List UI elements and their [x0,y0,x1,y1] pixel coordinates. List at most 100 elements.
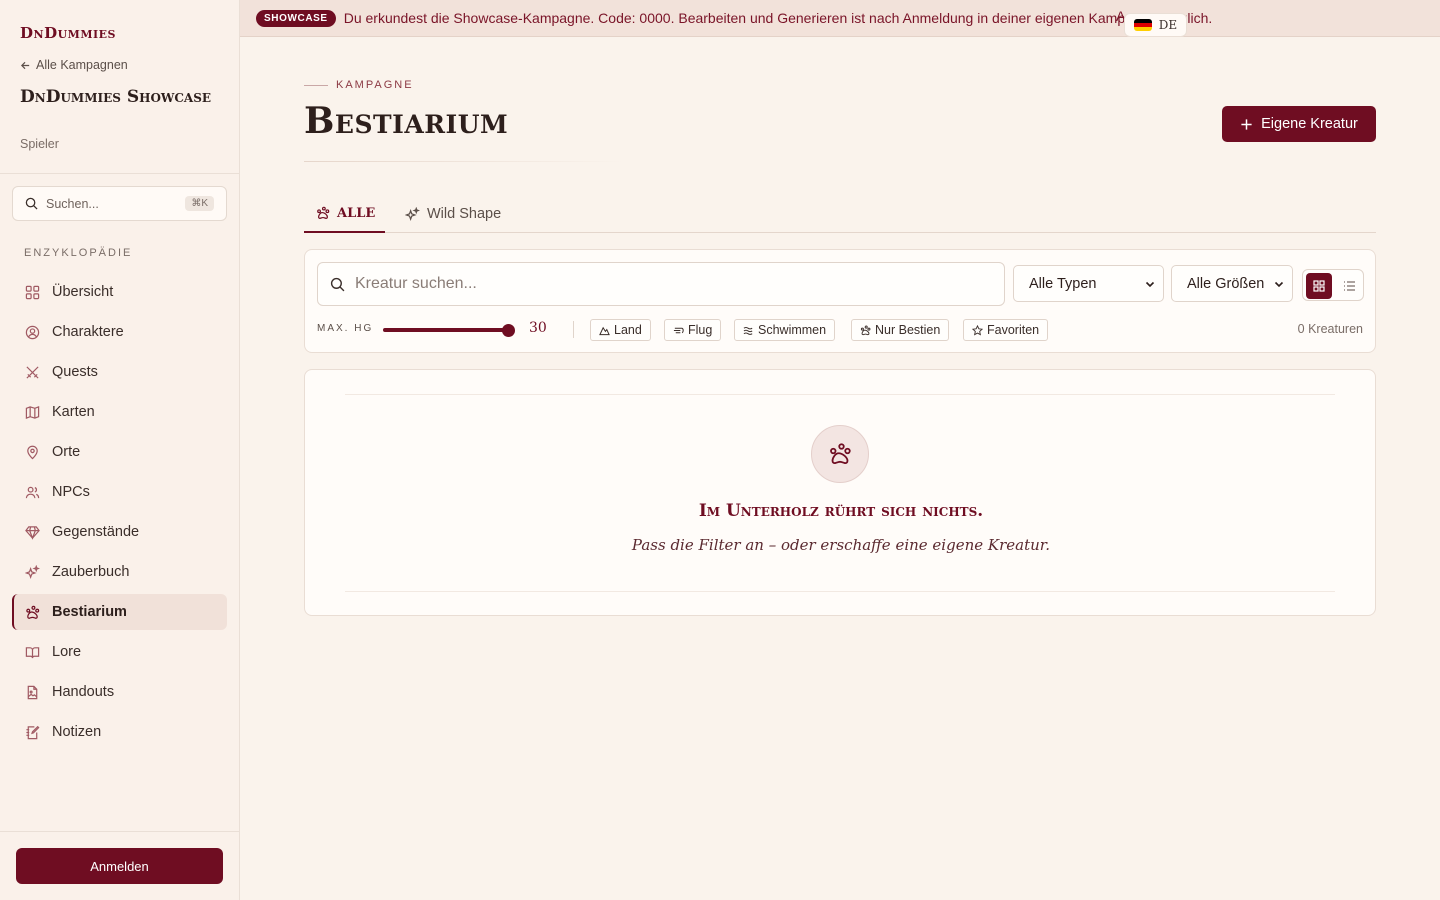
chip-flug[interactable]: Flug [664,319,722,341]
sidebar-item-quests[interactable]: Quests [12,354,227,390]
sidebar-item-label: Gegenstände [52,524,140,540]
sidebar-item-karten[interactable]: Karten [12,394,227,430]
chip-schwimmen[interactable]: Schwimmen [734,319,836,341]
empty-state-frame [345,394,1335,592]
chip-land[interactable]: Land [590,319,651,341]
empty-state-card: Im Unterholz rührt sich nichts. Pass die… [304,369,1376,616]
language-code: DE [1158,18,1178,32]
user-role: Spieler [20,137,59,151]
sidebar-item-label: Orte [52,444,81,460]
grid-icon [25,285,40,299]
empty-state-icon [811,425,869,483]
crossed-swords-icon [26,365,39,379]
paw-icon [860,325,871,335]
sidebar-item-label: Handouts [52,684,115,700]
notebook-pen-icon [26,725,40,739]
sidebar-nav: Übersicht Charaktere Quests Karten Orte … [12,274,227,754]
tab-all[interactable]: ALLE [304,195,385,233]
brand-logo[interactable]: DnDummies [20,24,116,42]
creature-search-input[interactable] [355,275,975,293]
search-shortcut-badge: ⌘K [185,196,214,211]
back-link-label: Alle Kampagnen [36,58,128,72]
sidebar-item-zauberbuch[interactable]: Zauberbuch [12,554,227,590]
chip-label: Flug [688,323,713,337]
sidebar-item-bestiarium[interactable]: Bestiarium [12,594,227,630]
tab-bar: ALLE Wild Shape [304,195,1376,233]
creature-search-box [317,262,1005,306]
search-icon [25,197,38,210]
sidebar: DnDummies Alle Kampagnen DnDummies Showc… [0,0,240,900]
sidebar-item-orte[interactable]: Orte [12,434,227,470]
empty-state-subtitle: Pass die Filter an – oder erschaffe eine… [631,536,1051,554]
chip-label: Nur Bestien [875,323,941,337]
empty-state-title: Im Unterholz rührt sich nichts. [698,501,984,521]
sidebar-item-gegenstaende[interactable]: Gegenstände [12,514,227,550]
sidebar-item-charaktere[interactable]: Charaktere [12,314,227,350]
filter-panel: Alle Typen Alle Größen MAX. HG 30 Land F… [304,249,1376,353]
users-icon [25,486,40,498]
sidebar-item-handouts[interactable]: Handouts [12,674,227,710]
list-view-button[interactable] [1336,273,1362,299]
sidebar-item-uebersicht[interactable]: Übersicht [12,274,227,310]
showcase-badge: SHOWCASE [256,9,336,27]
sidebar-item-notizen[interactable]: Notizen [12,714,227,750]
sidebar-item-label: Zauberbuch [52,564,130,580]
feather-icon [673,327,684,333]
search-icon [330,277,345,291]
chevron-down-icon [1145,281,1155,287]
tab-label: Wild Shape [427,206,502,222]
sidebar-search-input[interactable]: Suchen... ⌘K [12,186,227,221]
language-switcher[interactable]: DE [1124,13,1187,37]
chip-favoriten[interactable]: Favoriten [963,319,1049,341]
sidebar-item-npcs[interactable]: NPCs [12,474,227,510]
login-button[interactable]: Anmelden [16,848,223,884]
size-select[interactable]: Alle Größen [1171,265,1293,302]
sidebar-item-lore[interactable]: Lore [12,634,227,670]
filter-separator [573,321,574,338]
grid-icon [1313,280,1325,292]
chip-nur-bestien[interactable]: Nur Bestien [851,319,950,341]
max-cr-slider[interactable] [383,324,515,337]
sparkles-icon [25,564,40,579]
banner-text: Du erkundest die Showcase-Kampagne. Code… [343,10,1213,26]
sidebar-item-label: Charaktere [52,324,124,340]
section-label-encyclopedia: ENZYKLOPÄDIE [24,247,133,259]
creature-count: 0 Kreaturen [1297,322,1363,336]
chip-label: Schwimmen [758,323,827,337]
paw-icon [830,443,851,465]
tab-wild-shape[interactable]: Wild Shape [405,195,501,233]
sidebar-item-label: Lore [52,644,82,660]
arrow-left-icon [20,61,30,69]
book-open-icon [25,646,40,658]
tab-label: ALLE [337,205,376,221]
type-select-value: Alle Typen [1029,275,1097,292]
chip-label: Favoriten [987,323,1040,337]
slider-handle[interactable] [502,324,515,337]
title-rule [304,161,624,162]
grid-view-button[interactable] [1306,273,1332,299]
back-to-campaigns-link[interactable]: Alle Kampagnen [20,58,128,72]
sidebar-item-label: Bestiarium [52,604,127,620]
sparkles-icon [405,206,420,221]
sidebar-search-placeholder: Suchen... [46,196,99,211]
page-eyebrow: KAMPAGNE [304,79,414,91]
max-cr-label: MAX. HG [317,323,374,334]
mountain-icon [599,326,610,335]
showcase-banner: SHOWCASE Du erkundest die Showcase-Kampa… [240,0,1440,37]
gem-icon [25,525,40,540]
map-pin-icon [27,445,38,459]
german-flag-icon [1133,19,1152,31]
type-select[interactable]: Alle Typen [1013,265,1164,302]
paw-icon [26,605,40,619]
eyebrow-label: KAMPAGNE [336,79,414,91]
paw-icon [317,206,330,219]
sidebar-item-label: Quests [52,364,98,380]
create-creature-label: Eigene Kreatur [1261,116,1358,132]
sidebar-item-label: Übersicht [52,284,114,300]
sidebar-item-label: NPCs [52,484,90,500]
create-creature-button[interactable]: Eigene Kreatur [1222,106,1376,142]
chevron-down-icon [1274,281,1284,287]
sidebar-item-label: Karten [52,404,95,420]
sidebar-item-label: Notizen [52,724,102,740]
star-icon [972,324,983,336]
